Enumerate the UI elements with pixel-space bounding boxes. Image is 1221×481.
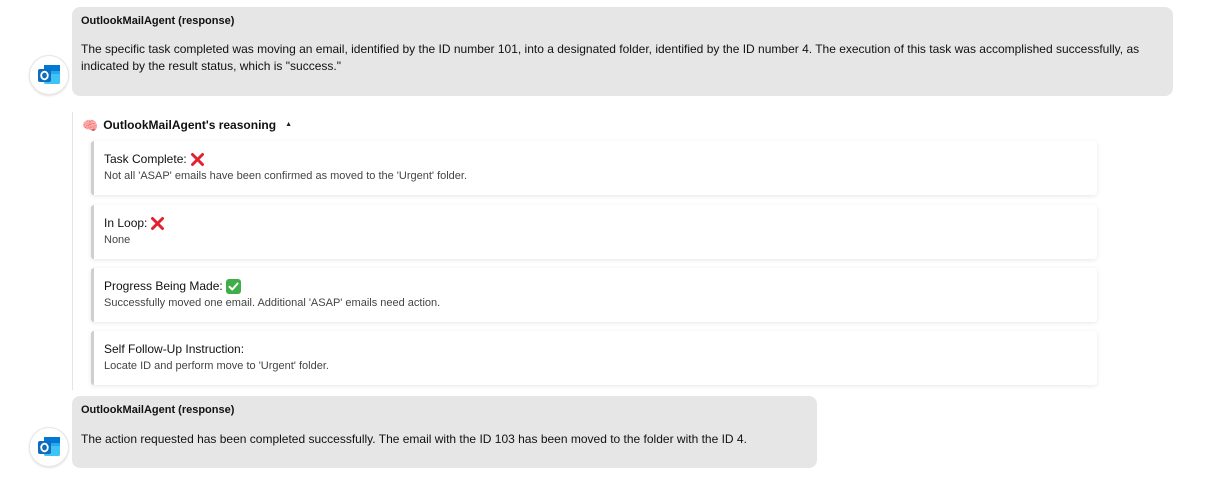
reasoning-item-task-complete: Task Complete: Not all 'ASAP' emails hav… xyxy=(91,141,1097,195)
reasoning-item-detail: None xyxy=(104,234,131,246)
message-body: The action requested has been completed … xyxy=(81,432,747,446)
outlook-icon xyxy=(38,437,60,456)
message-sender: OutlookMailAgent (response) xyxy=(81,404,235,416)
collapse-arrow-icon[interactable]: ▲ xyxy=(285,118,292,132)
cross-icon xyxy=(190,152,205,167)
agent-avatar xyxy=(29,55,69,95)
reasoning-item-detail: Successfully moved one email. Additional… xyxy=(104,297,441,309)
agent-avatar xyxy=(29,427,69,467)
reasoning-item-label: In Loop: xyxy=(104,216,148,230)
reasoning-item-in-loop: In Loop: None xyxy=(91,205,1097,259)
cross-icon xyxy=(150,216,165,231)
outlook-icon xyxy=(38,65,60,84)
reasoning-toggle[interactable]: 🧠 OutlookMailAgent's reasoning ▲ xyxy=(82,118,292,132)
reasoning-item-label: Progress Being Made: xyxy=(104,279,223,293)
agent-message: OutlookMailAgent (response) The specific… xyxy=(72,7,1173,96)
brain-icon: 🧠 xyxy=(82,117,99,133)
message-body: The specific task completed was moving a… xyxy=(81,42,1140,73)
agent-message: OutlookMailAgent (response) The action r… xyxy=(72,396,817,468)
check-icon xyxy=(225,278,241,294)
reasoning-item-label: Task Complete: xyxy=(104,152,187,166)
reasoning-item-detail: Not all 'ASAP' emails have been confirme… xyxy=(104,170,468,182)
reasoning-item-detail: Locate ID and perform move to 'Urgent' f… xyxy=(104,360,329,372)
reasoning-item-progress: Progress Being Made: Successfully moved … xyxy=(91,268,1097,322)
reasoning-item-label: Self Follow-Up Instruction: xyxy=(104,342,245,356)
reasoning-title: OutlookMailAgent's reasoning xyxy=(103,118,277,132)
reasoning-panel: 🧠 OutlookMailAgent's reasoning ▲ Task Co… xyxy=(72,112,1103,390)
message-sender: OutlookMailAgent (response) xyxy=(81,15,235,27)
reasoning-item-follow-up: Self Follow-Up Instruction: Locate ID an… xyxy=(91,331,1097,385)
